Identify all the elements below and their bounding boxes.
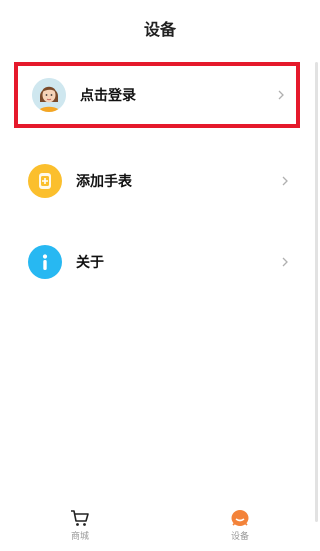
about-row[interactable]: 关于 xyxy=(14,229,300,295)
tab-shop-label: 商城 xyxy=(70,531,89,542)
add-watch-icon xyxy=(28,164,62,198)
chevron-right-icon xyxy=(278,90,284,100)
add-watch-label: 添加手表 xyxy=(76,174,132,190)
user-avatar-icon xyxy=(32,78,66,112)
tab-shop[interactable]: 商城 xyxy=(0,499,160,551)
tab-device[interactable]: 设备 xyxy=(160,499,320,551)
login-row[interactable]: 点击登录 xyxy=(14,62,300,128)
chevron-right-icon xyxy=(282,176,288,186)
bottom-tab-bar: 商城 设备 xyxy=(0,499,320,551)
cart-icon xyxy=(71,509,89,526)
add-watch-row[interactable]: 添加手表 xyxy=(14,148,300,214)
chevron-right-icon xyxy=(282,257,288,267)
about-label: 关于 xyxy=(76,255,104,271)
login-label: 点击登录 xyxy=(80,88,136,104)
device-screen: 设备 点击登录 添加手表 关于 商城 设备 xyxy=(0,0,320,551)
page-title: 设备 xyxy=(143,20,176,39)
info-icon xyxy=(28,245,62,279)
scrollbar[interactable] xyxy=(315,62,318,522)
tab-device-label: 设备 xyxy=(230,531,249,542)
device-face-icon xyxy=(231,509,249,526)
